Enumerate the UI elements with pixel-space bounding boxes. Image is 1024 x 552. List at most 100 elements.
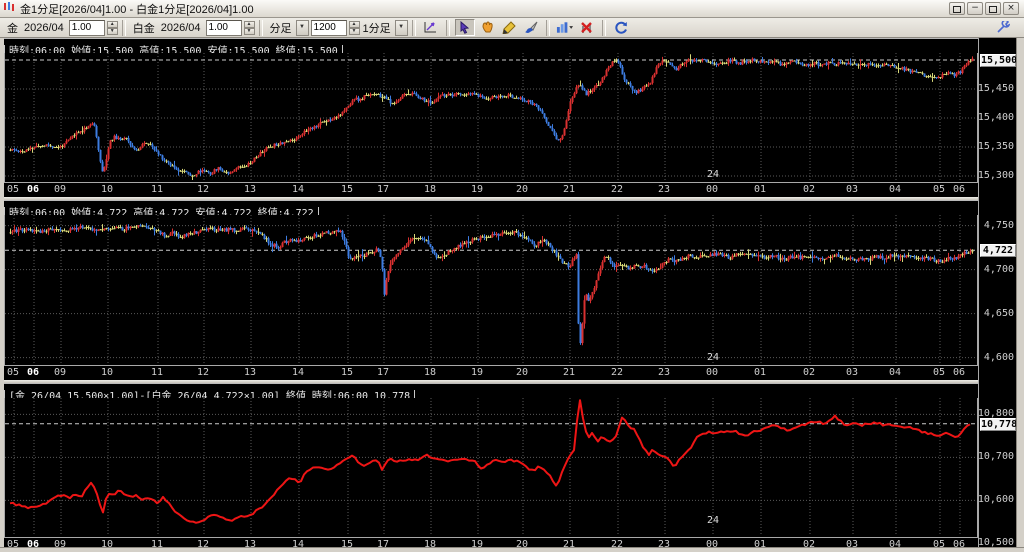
time-axis-label: 19 bbox=[470, 184, 484, 195]
scale-adjust-icon[interactable] bbox=[421, 19, 441, 36]
toolbar-separator bbox=[121, 19, 126, 36]
bar-count-input[interactable] bbox=[311, 21, 346, 34]
time-axis-label: 01 bbox=[753, 539, 767, 547]
time-axis-label: 05 bbox=[932, 367, 946, 378]
price-tick-label: 4,750 bbox=[983, 219, 1014, 231]
price-tick-label: 10,600 bbox=[978, 494, 1014, 506]
pencil-tool-icon[interactable] bbox=[499, 19, 519, 36]
price-tick-label: 4,650 bbox=[983, 307, 1014, 319]
time-axis-label: 15 bbox=[340, 184, 354, 195]
time-axis-label: 14 bbox=[291, 184, 305, 195]
platinum-chart-panel: 時刻:06:00 始値:4,722 高値:4,722 安値:4,722 終値:4… bbox=[4, 200, 978, 380]
bar-type-dropdown-arrow[interactable]: ▼ bbox=[295, 19, 309, 36]
price-axis[interactable]: 15,450 15,400 15,350 15,300 15,500 4,750 4,700… bbox=[978, 38, 1016, 547]
time-axis-label: 20 bbox=[515, 184, 529, 195]
minimize-button[interactable]: − bbox=[967, 2, 983, 15]
select-tool-icon[interactable] bbox=[454, 19, 475, 36]
price-tick-label: 15,350 bbox=[978, 140, 1014, 152]
settings-wrench-icon[interactable] bbox=[993, 19, 1013, 36]
gold-multiplier-stepper[interactable]: ▲ ▼ bbox=[106, 20, 118, 35]
time-axis-label: 18 bbox=[423, 539, 437, 547]
brush-tool-icon[interactable] bbox=[521, 19, 541, 36]
time-axis-label: 23 bbox=[657, 367, 671, 378]
price-tick-label: 4,600 bbox=[983, 351, 1014, 363]
float-window-button[interactable] bbox=[949, 2, 965, 15]
platinum-time-axis: 05 06 09 10 11 12 13 14 15 17 18 19 20 21 22 23 00 01 02 03… bbox=[4, 366, 978, 380]
date-change-label: 24 bbox=[707, 352, 719, 363]
platinum-candlestick-chart[interactable]: 24 bbox=[4, 215, 978, 366]
current-price-box: 15,500 bbox=[980, 53, 1016, 67]
bar-type-dropdown-label: 分足 bbox=[269, 22, 292, 35]
price-tick-label: 15,300 bbox=[978, 169, 1014, 181]
time-axis-label: 18 bbox=[423, 184, 437, 195]
time-axis-label: 22 bbox=[610, 367, 624, 378]
gold-candlestick-chart[interactable]: 24 bbox=[4, 53, 978, 183]
time-axis-label: 03 bbox=[845, 539, 859, 547]
time-axis-label: 06 bbox=[26, 367, 40, 378]
time-axis-label: 10 bbox=[100, 539, 114, 547]
time-axis-label: 06 bbox=[26, 184, 40, 195]
time-axis-label: 04 bbox=[888, 184, 902, 195]
time-axis-label: 09 bbox=[53, 539, 67, 547]
gold-label: 金 bbox=[7, 22, 18, 35]
time-axis-label: 23 bbox=[657, 539, 671, 547]
time-axis-label: 13 bbox=[243, 367, 257, 378]
time-axis-label: 05 bbox=[6, 367, 20, 378]
time-axis-label: 09 bbox=[53, 367, 67, 378]
spread-chart-panel: [金 26/04 15,500×1.00]-[白金 26/04 4,722×1.… bbox=[4, 383, 978, 547]
refresh-icon[interactable] bbox=[611, 19, 631, 36]
time-axis-label: 00 bbox=[705, 367, 719, 378]
time-axis-label: 00 bbox=[705, 184, 719, 195]
time-axis-label: 12 bbox=[196, 539, 210, 547]
gold-multiplier-input[interactable] bbox=[69, 21, 104, 34]
maximize-button[interactable] bbox=[985, 2, 1001, 15]
interval-dropdown-label: 1分足 bbox=[362, 22, 391, 35]
date-change-label: 24 bbox=[707, 169, 719, 180]
gold-contract-month: 2026/04 bbox=[24, 21, 64, 34]
title-bar[interactable]: 金1分足[2026/04]1.00 - 白金1分足[2026/04]1.00 −… bbox=[0, 0, 1024, 18]
gold-chart-header: 時刻:06:00 始値:15,500 高値:15,500 安値:15,500 終… bbox=[4, 38, 978, 59]
delete-drawing-icon[interactable] bbox=[577, 19, 597, 36]
time-axis-label: 11 bbox=[150, 367, 164, 378]
interval-dropdown-arrow[interactable]: ▼ bbox=[394, 19, 408, 36]
price-tick-label: 15,400 bbox=[978, 111, 1014, 123]
time-axis-label: 14 bbox=[291, 539, 305, 547]
platinum-multiplier-stepper[interactable]: ▲ ▼ bbox=[243, 20, 255, 35]
bar-count-stepper[interactable]: ▲ ▼ bbox=[348, 20, 360, 35]
window-border-left bbox=[0, 38, 4, 552]
price-tick-label: 15,450 bbox=[978, 82, 1014, 94]
time-axis-label: 17 bbox=[376, 184, 390, 195]
spread-line-chart[interactable]: 24 bbox=[4, 398, 978, 538]
toolbar: 金 2026/04 ▲▼ 白金 2026/04 ▲▼ 分足 ▼ ▲▼ 1分足 ▼ bbox=[0, 18, 1024, 38]
time-axis-label: 09 bbox=[53, 184, 67, 195]
time-axis-label: 06 bbox=[952, 184, 966, 195]
time-axis-label: 05 bbox=[6, 539, 20, 547]
time-axis-label: 00 bbox=[705, 539, 719, 547]
time-axis-label: 21 bbox=[562, 539, 576, 547]
window-border-right bbox=[1016, 38, 1024, 552]
time-axis-label: 06 bbox=[952, 539, 966, 547]
price-tick-label: 4,700 bbox=[983, 263, 1014, 275]
time-axis-label: 06 bbox=[26, 539, 40, 547]
close-button[interactable]: × bbox=[1003, 2, 1019, 15]
app-candlestick-icon bbox=[3, 0, 16, 18]
time-axis-label: 13 bbox=[243, 184, 257, 195]
time-axis-label: 20 bbox=[515, 367, 529, 378]
time-axis-label: 23 bbox=[657, 184, 671, 195]
toolbar-separator bbox=[445, 19, 450, 36]
time-axis-label: 17 bbox=[376, 367, 390, 378]
time-axis-label: 12 bbox=[196, 184, 210, 195]
toolbar-separator bbox=[545, 19, 550, 36]
gold-time-axis: 05 06 09 10 11 12 13 14 15 17 18 19 20 21 22 23 00 01 02 03… bbox=[4, 183, 978, 197]
price-tick-label: 10,700 bbox=[978, 451, 1014, 463]
pan-hand-icon[interactable] bbox=[477, 19, 497, 36]
platinum-chart-header: 時刻:06:00 始値:4,722 高値:4,722 安値:4,722 終値:4… bbox=[4, 200, 978, 221]
platinum-multiplier-input[interactable] bbox=[206, 21, 241, 34]
time-axis-label: 14 bbox=[291, 367, 305, 378]
indicator-chart-icon[interactable] bbox=[555, 19, 575, 36]
time-axis-label: 22 bbox=[610, 539, 624, 547]
toolbar-separator bbox=[258, 19, 263, 36]
gold-chart-panel: 時刻:06:00 始値:15,500 高値:15,500 安値:15,500 終… bbox=[4, 38, 978, 197]
time-axis-label: 10 bbox=[100, 367, 114, 378]
current-price-box: 4,722 bbox=[980, 244, 1016, 258]
